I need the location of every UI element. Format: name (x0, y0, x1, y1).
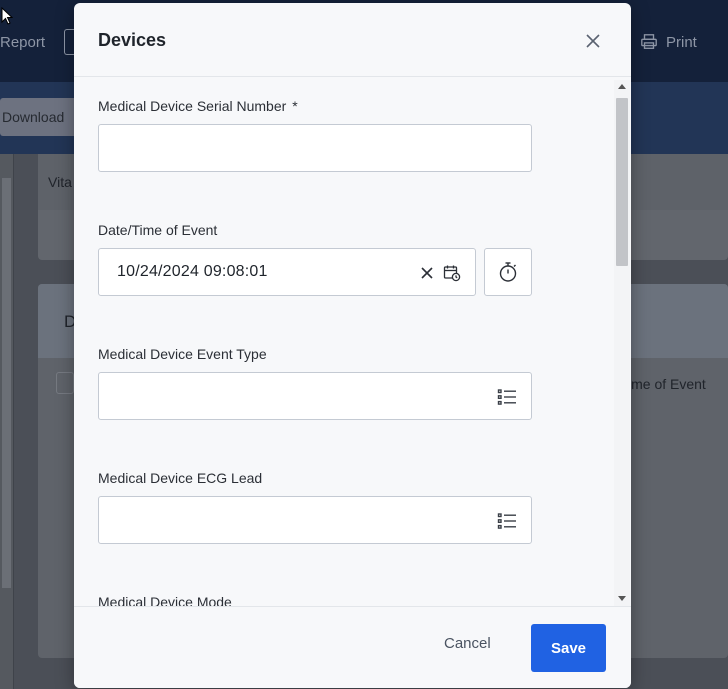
event-type-list-button[interactable] (497, 387, 517, 407)
ecg-lead-select[interactable] (98, 496, 532, 544)
datetime-value: 10/24/2024 09:08:01 (117, 263, 268, 280)
print-label: Print (666, 33, 697, 51)
scroll-down-arrow-icon[interactable] (618, 596, 626, 601)
serial-number-label-text: Medical Device Serial Number (98, 98, 287, 114)
modal-header: Devices (74, 3, 631, 77)
select-all-checkbox[interactable] (56, 372, 74, 394)
save-button[interactable]: Save (531, 624, 606, 672)
required-marker: * (292, 98, 298, 114)
clear-datetime-button[interactable] (417, 263, 437, 283)
event-type-select[interactable] (98, 372, 532, 420)
print-button[interactable]: Print (640, 33, 697, 51)
calendar-picker-button[interactable] (441, 262, 463, 284)
left-scrollbar-thumb[interactable] (2, 178, 11, 588)
serial-number-input[interactable] (98, 124, 532, 172)
list-icon (497, 513, 516, 529)
calendar-clock-icon (443, 265, 461, 282)
scrollbar-thumb[interactable] (616, 98, 628, 266)
left-scrollbar[interactable] (0, 154, 14, 689)
ecg-lead-label: Medical Device ECG Lead (98, 470, 263, 486)
set-current-time-button[interactable] (484, 248, 532, 296)
cancel-button[interactable]: Cancel (444, 635, 491, 652)
event-type-label: Medical Device Event Type (98, 346, 267, 362)
list-icon (497, 389, 516, 405)
printer-icon (641, 34, 657, 49)
scroll-up-arrow-icon[interactable] (618, 84, 626, 89)
close-button[interactable] (578, 26, 608, 56)
devices-modal: Devices Medical Device Serial Number * Da… (74, 3, 631, 688)
modal-footer: Cancel Save (74, 606, 631, 688)
modal-title: Devices (98, 30, 167, 50)
ecg-lead-list-button[interactable] (497, 511, 517, 531)
close-icon (586, 34, 600, 48)
report-menu-item[interactable]: Report (0, 34, 45, 51)
modal-scrollbar[interactable] (614, 80, 630, 607)
modal-body: Medical Device Serial Number * Date/Time … (74, 78, 614, 606)
datetime-input[interactable]: 10/24/2024 09:08:01 (98, 248, 476, 296)
mode-label: Medical Device Mode (98, 594, 232, 606)
time-of-event-column-header[interactable]: ime of Event (628, 376, 706, 392)
clear-icon (421, 267, 433, 279)
datetime-label: Date/Time of Event (98, 222, 218, 238)
serial-number-label: Medical Device Serial Number * (98, 98, 298, 114)
stopwatch-icon (499, 262, 517, 282)
mouse-cursor-icon (1, 7, 13, 25)
vitals-tab[interactable]: Vita (48, 174, 72, 190)
